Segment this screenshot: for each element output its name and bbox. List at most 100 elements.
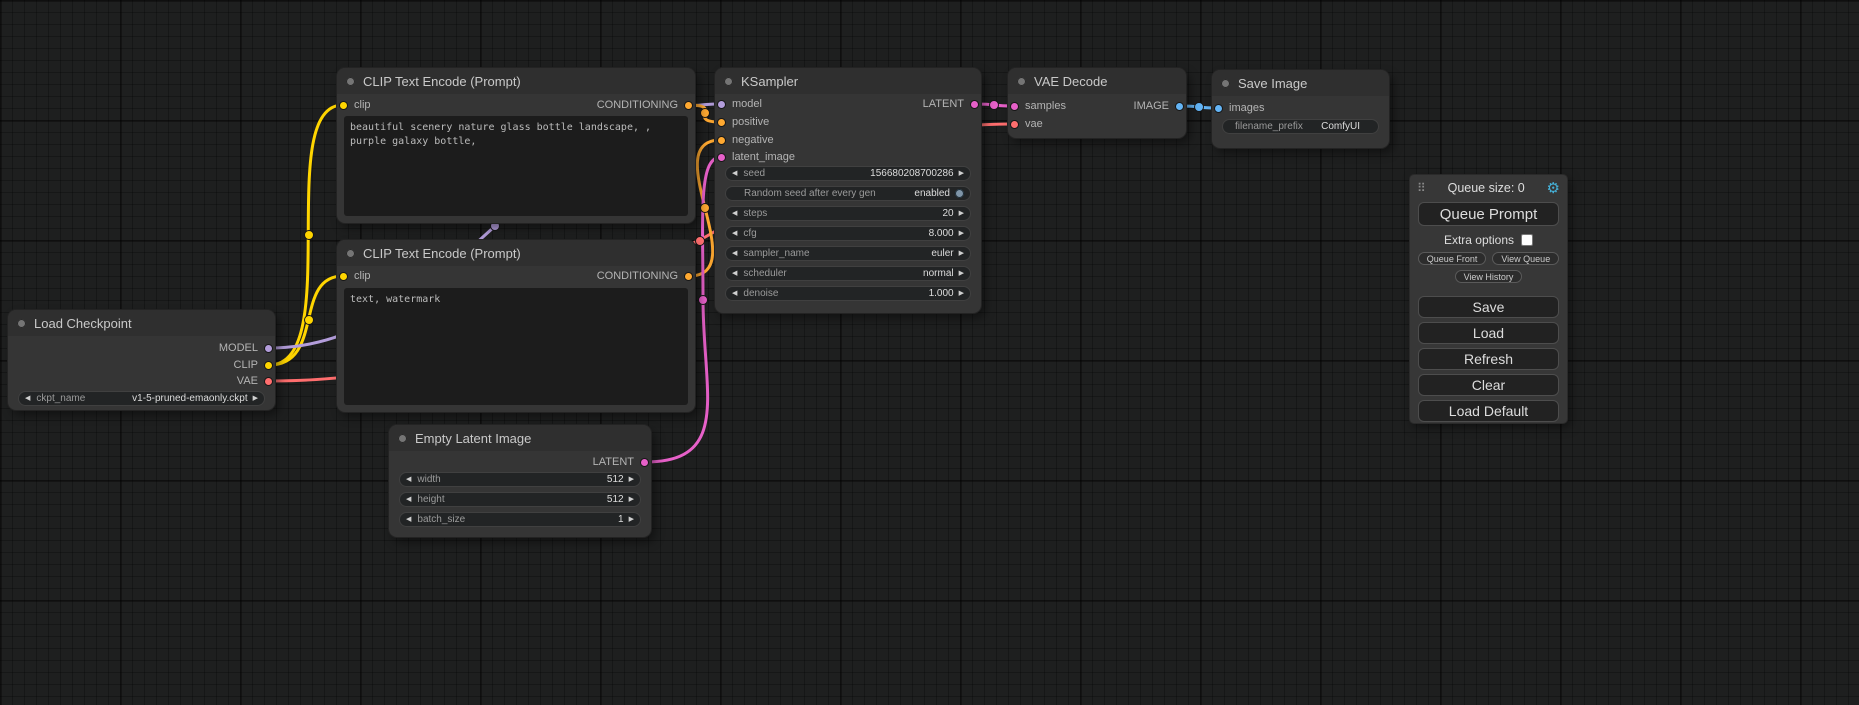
node-title-bar[interactable]: VAE Decode: [1008, 68, 1186, 94]
arrow-right-icon[interactable]: ▶: [629, 496, 634, 503]
scheduler-widget[interactable]: ◀ scheduler normal ▶: [725, 266, 971, 281]
input-dot-samples[interactable]: [1010, 102, 1019, 111]
output-slot-clip[interactable]: CLIP: [234, 358, 273, 372]
arrow-left-icon[interactable]: ◀: [406, 476, 411, 483]
output-slot-conditioning[interactable]: CONDITIONING: [597, 98, 693, 112]
refresh-button[interactable]: Refresh: [1418, 348, 1559, 370]
view-history-button[interactable]: View History: [1455, 270, 1523, 283]
sampler-name-widget[interactable]: ◀ sampler_name euler ▶: [725, 246, 971, 261]
steps-widget[interactable]: ◀ steps 20 ▶: [725, 206, 971, 221]
input-slot-samples[interactable]: samples: [1010, 99, 1066, 113]
arrow-right-icon[interactable]: ▶: [959, 210, 964, 217]
arrow-left-icon[interactable]: ◀: [732, 170, 737, 177]
input-dot-latent-image[interactable]: [717, 153, 726, 162]
collapse-dot-icon[interactable]: [1221, 79, 1230, 88]
input-slot-clip[interactable]: clip: [339, 269, 371, 283]
arrow-right-icon[interactable]: ▶: [629, 476, 634, 483]
extra-options-checkbox[interactable]: [1521, 234, 1533, 246]
arrow-right-icon[interactable]: ▶: [959, 290, 964, 297]
collapse-dot-icon[interactable]: [17, 319, 26, 328]
output-dot-latent[interactable]: [970, 100, 979, 109]
arrow-left-icon[interactable]: ◀: [406, 516, 411, 523]
input-dot-positive[interactable]: [717, 118, 726, 127]
prompt-textarea[interactable]: beautiful scenery nature glass bottle la…: [344, 116, 688, 216]
arrow-right-icon[interactable]: ▶: [959, 230, 964, 237]
output-dot-conditioning[interactable]: [684, 101, 693, 110]
width-widget[interactable]: ◀ width 512 ▶: [399, 472, 641, 487]
settings-gear-icon[interactable]: ⚙: [1547, 181, 1560, 196]
collapse-dot-icon[interactable]: [346, 77, 355, 86]
arrow-right-icon[interactable]: ▶: [959, 250, 964, 257]
arrow-left-icon[interactable]: ◀: [732, 290, 737, 297]
filename-prefix-widget[interactable]: filename_prefix ComfyUI: [1222, 119, 1379, 134]
node-title-bar[interactable]: CLIP Text Encode (Prompt): [337, 240, 695, 266]
node-save-image[interactable]: Save Image images filename_prefix ComfyU…: [1212, 70, 1389, 148]
input-dot-vae[interactable]: [1010, 120, 1019, 129]
arrow-right-icon[interactable]: ▶: [959, 170, 964, 177]
input-slot-model[interactable]: model: [717, 97, 762, 111]
node-clip-text-encode-positive[interactable]: CLIP Text Encode (Prompt) clip CONDITION…: [337, 68, 695, 223]
input-slot-positive[interactable]: positive: [717, 115, 769, 129]
node-title-bar[interactable]: KSampler: [715, 68, 981, 94]
input-dot-images[interactable]: [1214, 104, 1223, 113]
input-slot-clip[interactable]: clip: [339, 98, 371, 112]
input-slot-latent-image[interactable]: latent_image: [717, 150, 795, 164]
output-dot-vae[interactable]: [264, 377, 273, 386]
arrow-right-icon[interactable]: ▶: [629, 516, 634, 523]
output-dot-image[interactable]: [1175, 102, 1184, 111]
arrow-left-icon[interactable]: ◀: [732, 250, 737, 257]
clear-button[interactable]: Clear: [1418, 374, 1559, 396]
output-dot-latent[interactable]: [640, 458, 649, 467]
collapse-dot-icon[interactable]: [346, 249, 355, 258]
output-dot-model[interactable]: [264, 344, 273, 353]
queue-front-button[interactable]: Queue Front: [1418, 252, 1487, 265]
input-slot-images[interactable]: images: [1214, 101, 1264, 115]
output-slot-image[interactable]: IMAGE: [1134, 99, 1184, 113]
output-slot-model[interactable]: MODEL: [219, 341, 273, 355]
node-title-bar[interactable]: Load Checkpoint: [8, 310, 275, 336]
input-dot-model[interactable]: [717, 100, 726, 109]
collapse-dot-icon[interactable]: [1017, 77, 1026, 86]
batch-size-widget[interactable]: ◀ batch_size 1 ▶: [399, 512, 641, 527]
view-queue-button[interactable]: View Queue: [1492, 252, 1559, 265]
arrow-right-icon[interactable]: ▶: [959, 270, 964, 277]
arrow-left-icon[interactable]: ◀: [25, 395, 30, 402]
node-load-checkpoint[interactable]: Load Checkpoint MODEL CLIP VAE ◀ ckpt_na…: [8, 310, 275, 410]
input-slot-negative[interactable]: negative: [717, 133, 774, 147]
collapse-dot-icon[interactable]: [398, 434, 407, 443]
denoise-widget[interactable]: ◀ denoise 1.000 ▶: [725, 286, 971, 301]
node-clip-text-encode-negative[interactable]: CLIP Text Encode (Prompt) clip CONDITION…: [337, 240, 695, 412]
node-empty-latent-image[interactable]: Empty Latent Image LATENT ◀ width 512 ▶ …: [389, 425, 651, 537]
output-dot-clip[interactable]: [264, 361, 273, 370]
toggle-knob[interactable]: [955, 189, 964, 198]
output-slot-latent[interactable]: LATENT: [923, 97, 979, 111]
input-dot-negative[interactable]: [717, 136, 726, 145]
drag-handle-icon[interactable]: ⠿: [1417, 181, 1426, 195]
input-dot-clip[interactable]: [339, 101, 348, 110]
load-default-button[interactable]: Load Default: [1418, 400, 1559, 422]
node-title-bar[interactable]: Save Image: [1212, 70, 1389, 96]
output-slot-latent[interactable]: LATENT: [593, 455, 649, 469]
arrow-left-icon[interactable]: ◀: [406, 496, 411, 503]
output-dot-conditioning[interactable]: [684, 272, 693, 281]
input-slot-vae[interactable]: vae: [1010, 117, 1043, 131]
node-title-bar[interactable]: Empty Latent Image: [389, 425, 651, 451]
collapse-dot-icon[interactable]: [724, 77, 733, 86]
node-ksampler[interactable]: KSampler model positive negative latent_…: [715, 68, 981, 313]
node-vae-decode[interactable]: VAE Decode samples vae IMAGE: [1008, 68, 1186, 138]
ckpt-name-widget[interactable]: ◀ ckpt_name v1-5-pruned-emaonly.ckpt ▶: [18, 391, 265, 406]
height-widget[interactable]: ◀ height 512 ▶: [399, 492, 641, 507]
node-graph-canvas[interactable]: Load Checkpoint MODEL CLIP VAE ◀ ckpt_na…: [0, 0, 1859, 705]
output-slot-vae[interactable]: VAE: [237, 374, 273, 388]
arrow-right-icon[interactable]: ▶: [253, 395, 258, 402]
prompt-textarea[interactable]: text, watermark: [344, 288, 688, 405]
load-button[interactable]: Load: [1418, 322, 1559, 344]
arrow-left-icon[interactable]: ◀: [732, 270, 737, 277]
input-dot-clip[interactable]: [339, 272, 348, 281]
seed-widget[interactable]: ◀ seed 156680208700286 ▶: [725, 166, 971, 181]
output-slot-conditioning[interactable]: CONDITIONING: [597, 269, 693, 283]
arrow-left-icon[interactable]: ◀: [732, 230, 737, 237]
save-button[interactable]: Save: [1418, 296, 1559, 318]
random-seed-toggle-widget[interactable]: Random seed after every gen enabled: [725, 186, 971, 201]
queue-prompt-button[interactable]: Queue Prompt: [1418, 202, 1559, 226]
